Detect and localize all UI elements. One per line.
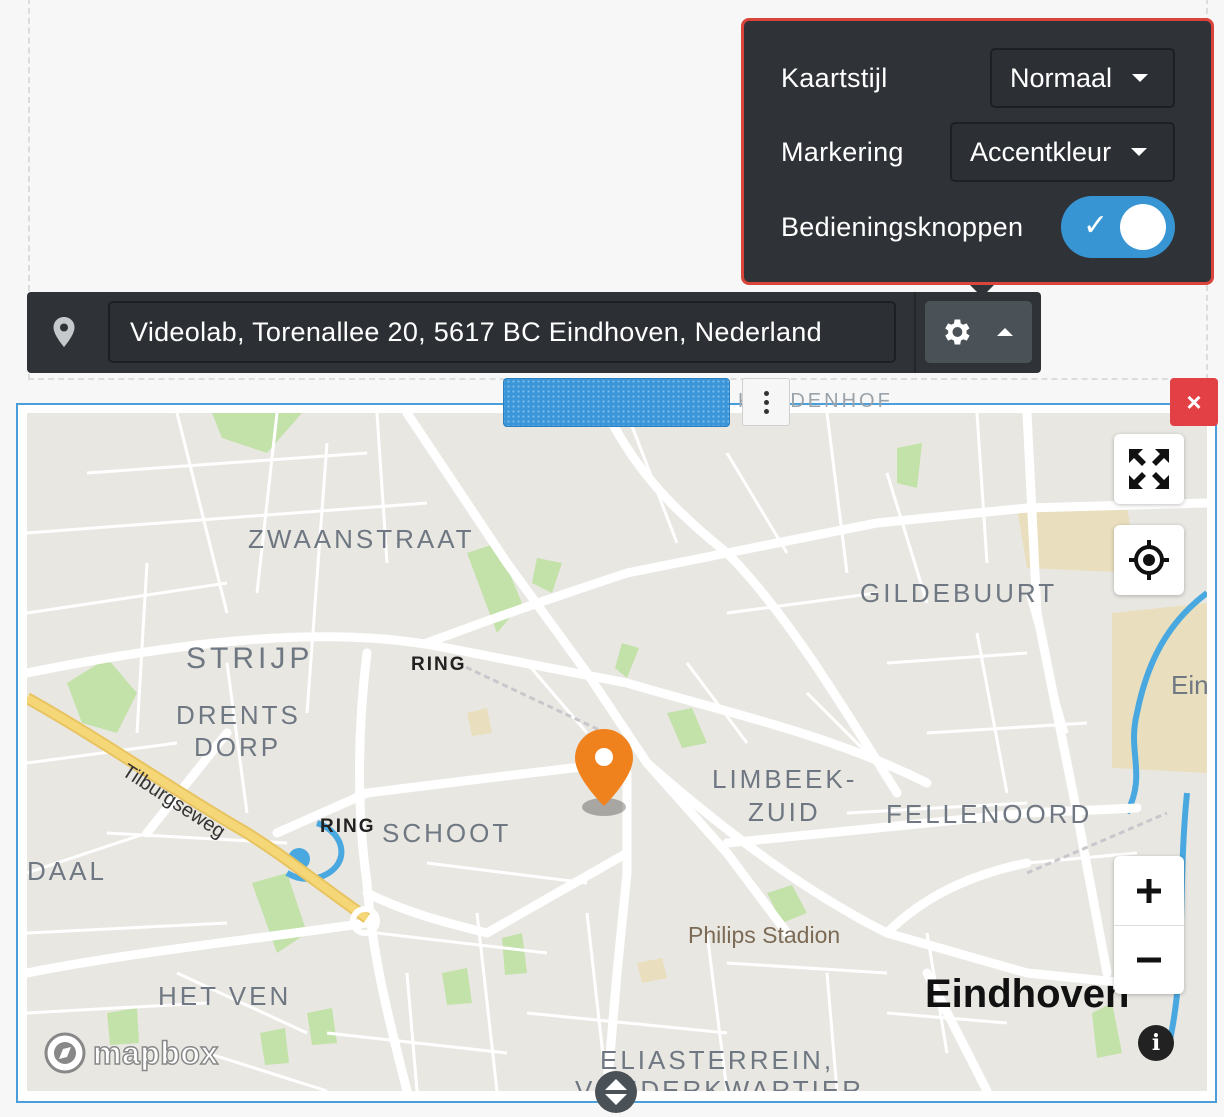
- map-label-eliasterrein: ELIASTERREIN,: [600, 1045, 835, 1075]
- map-style-row: Kaartstijl Normaal: [781, 48, 1175, 108]
- plus-icon: [1137, 878, 1161, 903]
- chevron-down-icon: [1132, 74, 1149, 82]
- controls-toggle[interactable]: ✓: [1061, 196, 1175, 258]
- dot-icon: [763, 408, 769, 414]
- marker-label: Markering: [781, 136, 904, 167]
- zoom-controls: [1114, 856, 1184, 994]
- dot-icon: [763, 399, 769, 405]
- map-style-label: Kaartstijl: [781, 62, 888, 93]
- remove-block-button[interactable]: ×: [1170, 378, 1218, 426]
- chevron-up-icon: [997, 328, 1013, 336]
- mapbox-wordmark: mapbox: [92, 1034, 219, 1072]
- map-label-zwaanstraat: ZWAANSTRAAT: [248, 524, 475, 554]
- map-label-zuid: ZUID: [748, 797, 821, 827]
- marker-select[interactable]: Accentkleur: [950, 122, 1175, 182]
- map-label-limbeek: LIMBEEK-: [712, 764, 858, 794]
- address-value: Videolab, Torenallee 20, 5617 BC Eindhov…: [130, 316, 822, 347]
- marker-row: Markering Accentkleur: [781, 122, 1175, 182]
- map-label-philips-stadion: Philips Stadion: [688, 922, 841, 948]
- check-icon: ✓: [1083, 208, 1109, 243]
- address-input[interactable]: Videolab, Torenallee 20, 5617 BC Eindhov…: [108, 301, 896, 363]
- gear-icon: [945, 319, 970, 345]
- minus-icon: [1137, 957, 1161, 963]
- controls-row: Bedieningsknoppen ✓: [781, 196, 1175, 258]
- address-toolbar: Videolab, Torenallee 20, 5617 BC Eindhov…: [27, 292, 1041, 373]
- map-label-daal: DAAL: [27, 856, 107, 886]
- map-label-dorp: DORP: [194, 732, 282, 762]
- crosshair-icon: [1129, 540, 1169, 580]
- mapbox-logo[interactable]: mapbox: [43, 1031, 219, 1075]
- map-settings-popover: Kaartstijl Normaal Markering Accentkleur…: [741, 18, 1214, 297]
- resize-icon: [605, 1079, 627, 1105]
- block-drag-handle[interactable]: [503, 378, 730, 427]
- map-label-gildebuurt: GILDEBUURT: [860, 578, 1058, 608]
- toggle-knob: [1120, 204, 1166, 250]
- dot-icon: [763, 390, 769, 396]
- chevron-down-icon: [1131, 148, 1148, 156]
- map-label-eindhoven: Eindhoven: [925, 972, 1130, 1016]
- location-pin-icon: [53, 317, 75, 347]
- map-label-ein-partial: Ein: [1171, 670, 1209, 700]
- map-label-het-ven: HET VEN: [158, 981, 292, 1011]
- map-label-ring-south: RING: [320, 816, 376, 837]
- map-label-drents: DRENTS: [176, 700, 301, 730]
- map-style-select[interactable]: Normaal: [990, 48, 1175, 108]
- map-style-value: Normaal: [1010, 62, 1113, 93]
- fullscreen-button[interactable]: [1114, 434, 1184, 504]
- controls-label: Bedieningsknoppen: [781, 211, 1024, 242]
- zoom-in-button[interactable]: [1114, 856, 1184, 925]
- settings-toggle-button[interactable]: [925, 301, 1032, 363]
- mapbox-logo-icon: [44, 1032, 86, 1074]
- fullscreen-icon: [1129, 449, 1169, 489]
- map-label-schoot: SCHOOT: [382, 818, 512, 848]
- zoom-out-button[interactable]: [1114, 925, 1184, 994]
- map-label-fellenoord: FELLENOORD: [886, 799, 1093, 829]
- map-label-ring-north: RING: [411, 654, 467, 675]
- attribution-info-button[interactable]: i: [1138, 1025, 1174, 1061]
- resize-handle[interactable]: [595, 1071, 637, 1113]
- more-options-button[interactable]: [742, 378, 790, 426]
- toolbar-divider: [914, 292, 916, 373]
- marker-value: Accentkleur: [970, 136, 1112, 167]
- map-label-strijp: STRIJP: [186, 642, 314, 675]
- geolocate-button[interactable]: [1114, 525, 1184, 595]
- map-marker-icon[interactable]: [573, 727, 635, 827]
